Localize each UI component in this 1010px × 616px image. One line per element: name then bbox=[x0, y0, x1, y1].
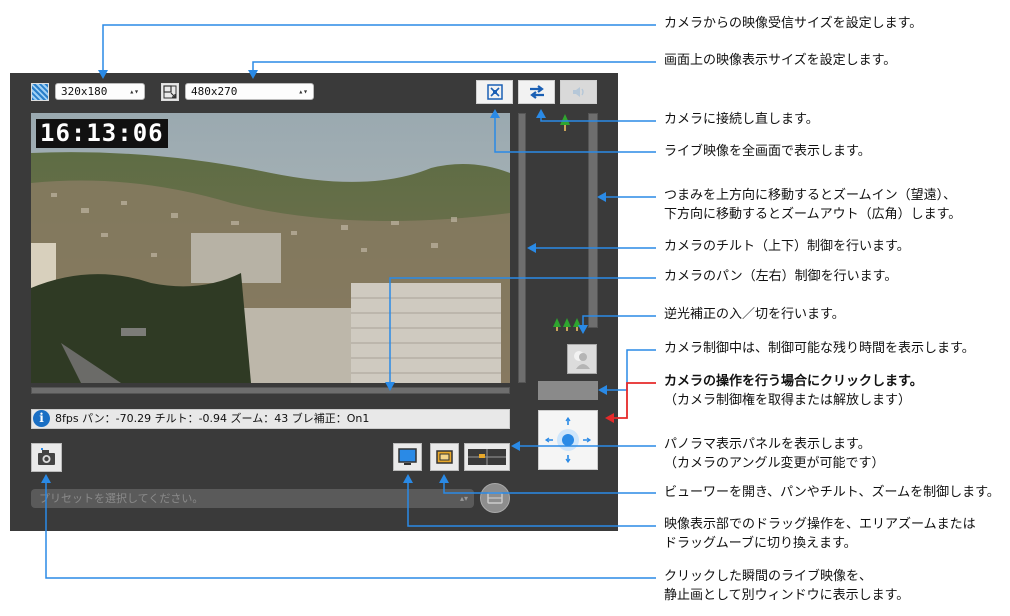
annotation-tilt: カメラのチルト（上下）制御を行います。 bbox=[664, 239, 910, 254]
annotation-drag-line1: 映像表示部でのドラッグ操作を、エリアズームまたは bbox=[664, 517, 976, 532]
annotation-snapshot-line1: クリックした瞬間のライブ映像を、 bbox=[664, 569, 873, 584]
annotation-panorama-line2: （カメラのアングル変更が可能です） bbox=[664, 456, 885, 471]
annotation-panorama-line1: パノラマ表示パネルを表示します。 bbox=[664, 437, 871, 452]
annotation-reconnect: カメラに接続し直します。 bbox=[664, 112, 819, 127]
annotation-drag-line2: ドラッグムーブに切り換えます。 bbox=[664, 536, 857, 551]
annotation-backlight: 逆光補正の入／切を行います。 bbox=[664, 307, 845, 322]
annotation-fullscreen: ライブ映像を全画面で表示します。 bbox=[664, 144, 871, 159]
annotation-control-line2: （カメラ制御権を取得または解放します） bbox=[664, 393, 912, 408]
annotation-control-line1: カメラの操作を行う場合にクリックします。 bbox=[664, 374, 923, 389]
annotation-viewer: ビューワーを開き、パンやチルト、ズームを制御します。 bbox=[664, 485, 1000, 500]
annotation-pan: カメラのパン（左右）制御を行います。 bbox=[664, 269, 898, 284]
annotation-zoom-line1: つまみを上方向に移動するとズームイン（望遠）、 bbox=[664, 188, 957, 203]
annotation-remaining-time: カメラ制御中は、制御可能な残り時間を表示します。 bbox=[664, 341, 975, 356]
annotation-zoom-line2: 下方向に移動するとズームアウト（広角）します。 bbox=[664, 207, 962, 222]
annotation-display-size: 画面上の映像表示サイズを設定します。 bbox=[664, 53, 897, 68]
annotation-receive-size: カメラからの映像受信サイズを設定します。 bbox=[664, 16, 923, 31]
annotation-snapshot-line2: 静止画として別ウィンドウに表示します。 bbox=[664, 588, 910, 603]
